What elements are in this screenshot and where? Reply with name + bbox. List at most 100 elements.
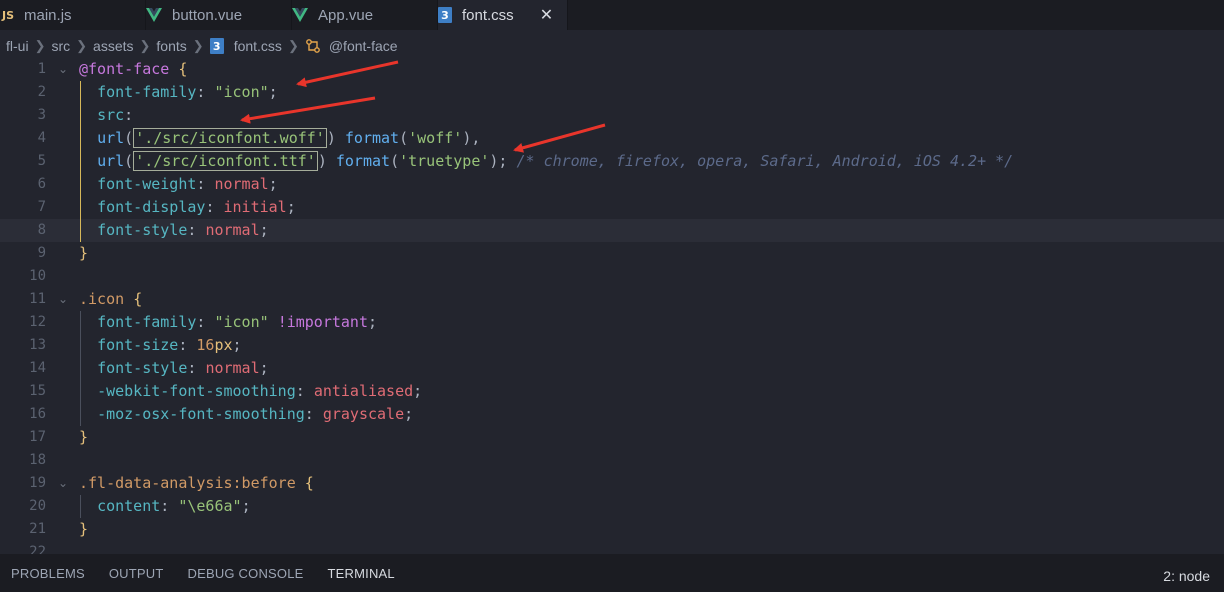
code-token: url <box>97 152 125 170</box>
chevron-right-icon: ❯ <box>139 38 151 53</box>
code-text: font-family: "icon" !important; <box>79 311 377 334</box>
code-token: { <box>178 60 188 78</box>
breadcrumb-item[interactable]: @font-face <box>329 38 398 54</box>
chevron-right-icon: ❯ <box>287 38 299 53</box>
tab-button-vue[interactable]: button.vue <box>146 0 292 30</box>
code-line[interactable]: 2 font-family: "icon"; <box>0 81 1224 104</box>
code-line[interactable]: 17} <box>0 426 1224 449</box>
tab-debug-console[interactable]: DEBUG CONSOLE <box>188 566 304 581</box>
tab-terminal[interactable]: TERMINAL <box>328 566 395 581</box>
code-token: "icon" <box>214 313 269 331</box>
code-token: ; <box>259 221 269 239</box>
code-line[interactable]: 7 font-display: initial; <box>0 196 1224 219</box>
line-number: 20 <box>29 498 46 514</box>
fold-chevron-icon[interactable]: ⌄ <box>58 63 68 75</box>
code-text: @font-face { <box>79 58 187 81</box>
code-text: font-family: "icon"; <box>79 81 278 104</box>
chevron-right-icon: ❯ <box>192 38 204 53</box>
code-line[interactable]: 3 src: <box>0 104 1224 127</box>
code-token: : <box>196 83 215 101</box>
code-line[interactable]: 14 font-style: normal; <box>0 357 1224 380</box>
code-token: format <box>344 129 400 147</box>
code-token: ) <box>317 152 336 170</box>
code-token: .fl-data-analysis:before <box>79 474 296 492</box>
code-token: font-size <box>97 336 179 354</box>
code-line[interactable]: 19 .fl-data-analysis:before { <box>0 472 1224 495</box>
code-token: ; <box>268 175 278 193</box>
code-line[interactable]: 13 font-size: 16px; <box>0 334 1224 357</box>
code-line[interactable]: 1 @font-face { <box>0 58 1224 81</box>
indent-guide <box>80 81 81 242</box>
line-number: 7 <box>37 199 46 215</box>
code-text: content: "\e66a"; <box>79 495 251 518</box>
code-line[interactable]: 21} <box>0 518 1224 541</box>
breadcrumb-item[interactable]: src <box>51 38 70 54</box>
code-token: url <box>97 129 125 147</box>
line-number: 14 <box>29 360 46 376</box>
fold-chevron-icon[interactable]: ⌄ <box>58 293 68 305</box>
code-line[interactable]: 22 <box>0 541 1224 554</box>
code-token: .icon <box>79 290 125 308</box>
code-line[interactable]: 4 url('./src/iconfont.woff') format('wof… <box>0 127 1224 150</box>
line-number: 10 <box>29 268 46 284</box>
code-text: font-weight: normal; <box>79 173 278 196</box>
code-line[interactable]: 6 font-weight: normal; <box>0 173 1224 196</box>
code-token: normal <box>205 359 260 377</box>
line-number: 6 <box>37 176 46 192</box>
code-text: url('./src/iconfont.ttf') format('truety… <box>79 150 1013 173</box>
line-number: 4 <box>37 130 46 146</box>
line-number: 19 <box>29 475 46 491</box>
code-token: !important <box>277 313 368 331</box>
vue-icon <box>146 8 162 22</box>
code-line[interactable]: 10 <box>0 265 1224 288</box>
code-text: -moz-osx-font-smoothing: grayscale; <box>79 403 413 426</box>
code-token: ; <box>286 198 296 216</box>
code-text: .fl-data-analysis:before { <box>79 472 314 495</box>
line-number: 8 <box>37 222 46 238</box>
code-token: } <box>79 520 89 538</box>
code-line[interactable]: 5 url('./src/iconfont.ttf') format('true… <box>0 150 1224 173</box>
tab-problems[interactable]: PROBLEMS <box>11 566 85 581</box>
code-token: ; <box>241 497 251 515</box>
code-token: "\e66a" <box>178 497 242 515</box>
breadcrumb-item[interactable]: font.css <box>234 38 282 54</box>
code-text: } <box>79 242 88 265</box>
code-token: content <box>97 497 161 515</box>
tab-label: font.css <box>462 6 514 24</box>
code-text: font-style: normal; <box>79 219 269 242</box>
code-line[interactable]: 11 .icon { <box>0 288 1224 311</box>
code-line[interactable]: 16 -moz-osx-font-smoothing: grayscale; <box>0 403 1224 426</box>
code-line[interactable]: 15 -webkit-font-smoothing: antialiased; <box>0 380 1224 403</box>
tab-app-vue[interactable]: App.vue <box>292 0 438 30</box>
code-text: } <box>79 426 88 449</box>
code-line[interactable]: 18 <box>0 449 1224 472</box>
code-line[interactable]: 20 content: "\e66a"; <box>0 495 1224 518</box>
breadcrumb-item[interactable]: fl-ui <box>6 38 29 54</box>
code-token: { <box>304 474 314 492</box>
close-icon[interactable]: ✕ <box>540 5 553 25</box>
chevron-right-icon: ❯ <box>34 38 46 53</box>
css-icon: 3 <box>438 7 452 23</box>
breadcrumb-item[interactable]: fonts <box>156 38 186 54</box>
fold-chevron-icon[interactable]: ⌄ <box>58 477 68 489</box>
tab-font-css[interactable]: 3 font.css ✕ <box>438 0 569 30</box>
code-token: /* chrome, firefox, opera, Safari, Andro… <box>516 152 1014 170</box>
code-text: src: <box>79 104 133 127</box>
js-icon: JS <box>2 8 15 22</box>
code-line[interactable]: 8 font-style: normal; <box>0 219 1224 242</box>
terminal-selector[interactable]: 2: node <box>1163 568 1210 584</box>
code-editor[interactable]: 1 @font-face {2 font-family: "icon"; 3 src… <box>0 58 1224 554</box>
line-number: 18 <box>29 452 46 468</box>
line-number: 17 <box>29 429 46 445</box>
breadcrumb-item[interactable]: assets <box>93 38 133 54</box>
code-line[interactable]: 12 font-family: "icon" !important; <box>0 311 1224 334</box>
line-number: 5 <box>37 153 46 169</box>
tab-output[interactable]: OUTPUT <box>109 566 164 581</box>
tab-main-js[interactable]: JS main.js <box>0 0 146 30</box>
code-line[interactable]: 9} <box>0 242 1224 265</box>
